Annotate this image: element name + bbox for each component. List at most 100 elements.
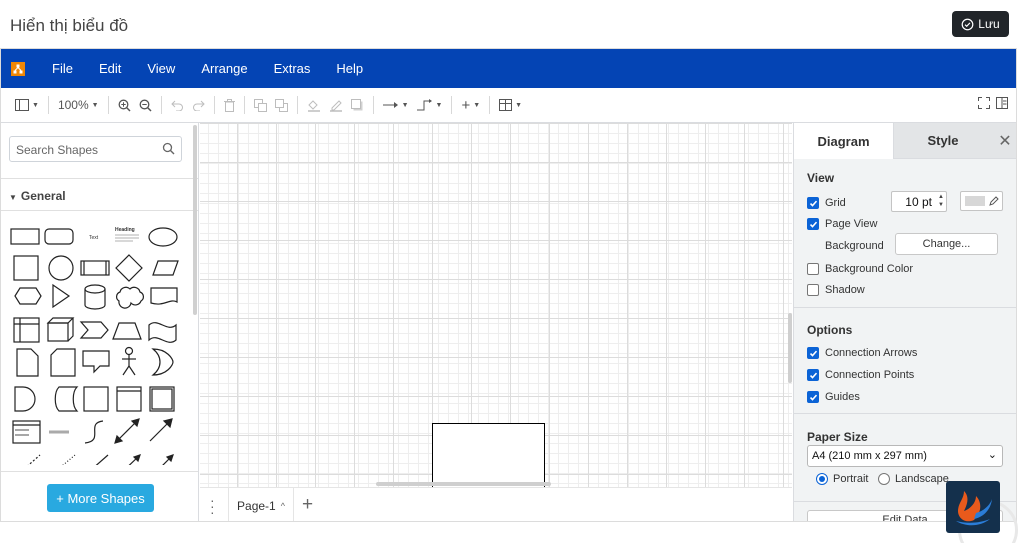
background-color-checkbox[interactable]: Background Color: [807, 263, 913, 275]
zoom-in-button[interactable]: [114, 93, 135, 117]
shape-hexagon[interactable]: [14, 287, 42, 305]
drawio-logo-icon: [11, 61, 25, 76]
page-view-checkbox[interactable]: Page View: [807, 218, 877, 230]
connection-style-dropdown[interactable]: ▼: [379, 93, 413, 117]
toolbar-divider: [372, 96, 374, 114]
shape-document[interactable]: [150, 287, 178, 305]
grid-size-input[interactable]: 10 pt ▲ ▼: [891, 191, 947, 212]
shapes-sidebar: Search Shapes ▼ General Text Heading + M…: [1, 123, 199, 521]
view-panels-button[interactable]: ▼: [11, 93, 43, 117]
to-front-button[interactable]: [250, 93, 271, 117]
shape-dotted-line[interactable]: [49, 454, 76, 465]
shape-heading[interactable]: Heading: [115, 227, 139, 242]
shape-dashed-line[interactable]: [15, 454, 41, 465]
shape-cylinder[interactable]: [84, 284, 106, 310]
connection-arrows-checkbox[interactable]: Connection Arrows: [807, 347, 917, 359]
menu-file[interactable]: File: [39, 61, 86, 76]
shape-list[interactable]: [12, 420, 41, 444]
shape-internal-storage[interactable]: [13, 317, 40, 343]
diagram-canvas[interactable]: [200, 123, 792, 487]
shape-tape[interactable]: [148, 322, 177, 343]
shape-circle[interactable]: [48, 255, 74, 281]
shape-triangle[interactable]: [52, 283, 71, 309]
grid-color-button[interactable]: [960, 191, 1003, 211]
zoom-dropdown[interactable]: 100% ▼: [54, 93, 103, 117]
shape-text[interactable]: Text: [89, 235, 99, 241]
sidebar-scrollbar[interactable]: [193, 125, 197, 315]
shape-cube[interactable]: [46, 317, 75, 342]
shape-frame[interactable]: [149, 386, 175, 412]
spinner-icon[interactable]: ▲ ▼: [938, 193, 944, 209]
page-menu-icon[interactable]: · · ·: [210, 493, 215, 519]
horizontal-scrollbar[interactable]: [376, 482, 551, 486]
general-section-header[interactable]: ▼ General: [9, 189, 66, 203]
format-panel-toggle-icon[interactable]: [996, 97, 1008, 109]
search-shapes-input[interactable]: Search Shapes: [9, 136, 182, 162]
waypoints-dropdown[interactable]: ▼: [413, 93, 447, 117]
shadow-button[interactable]: [347, 93, 368, 117]
shape-rectangle[interactable]: [10, 228, 40, 245]
shape-rounded-rectangle[interactable]: [44, 228, 74, 245]
chevron-up-icon[interactable]: ^: [281, 501, 285, 511]
shape-process[interactable]: [80, 260, 110, 276]
shadow-checkbox[interactable]: Shadow: [807, 284, 865, 296]
shape-ellipse[interactable]: [148, 227, 178, 247]
shape-directional-connector[interactable]: [151, 454, 174, 465]
shape-palette[interactable]: Text Heading: [5, 215, 190, 465]
shape-square-2[interactable]: [83, 386, 109, 412]
paper-size-section-title: Paper Size: [807, 430, 868, 444]
change-background-button[interactable]: Change...: [895, 233, 998, 255]
paper-size-select[interactable]: A4 (210 mm x 297 mm) ⌄: [807, 445, 1003, 467]
insert-dropdown[interactable]: + ▼: [457, 93, 484, 117]
landscape-radio[interactable]: Landscape: [878, 473, 949, 485]
shape-diamond[interactable]: [115, 254, 143, 282]
connection-points-checkbox[interactable]: Connection Points: [807, 369, 914, 381]
shape-bidirectional-connector[interactable]: [117, 454, 141, 465]
add-page-button[interactable]: +: [302, 494, 313, 516]
rectangle-shape[interactable]: [432, 423, 545, 487]
line-color-button[interactable]: [325, 93, 347, 117]
shape-trapezoid[interactable]: [112, 322, 142, 340]
redo-button[interactable]: [188, 93, 209, 117]
shape-line[interactable]: [83, 454, 109, 465]
menu-extras[interactable]: Extras: [261, 61, 324, 76]
shape-delay[interactable]: [14, 386, 36, 412]
menu-help[interactable]: Help: [323, 61, 376, 76]
tab-page-1[interactable]: Page-1 ^: [228, 488, 294, 521]
shape-container[interactable]: [116, 386, 142, 412]
menu-edit[interactable]: Edit: [86, 61, 134, 76]
zoom-out-button[interactable]: [135, 93, 156, 117]
fill-color-button[interactable]: [303, 93, 325, 117]
undo-button[interactable]: [167, 93, 188, 117]
format-tabs: Diagram Style ✕: [794, 123, 1016, 159]
shape-note[interactable]: [16, 348, 39, 377]
fullscreen-icon[interactable]: [978, 97, 990, 109]
to-back-button[interactable]: [271, 93, 292, 117]
close-icon[interactable]: ✕: [992, 123, 1016, 159]
delete-button[interactable]: [220, 93, 239, 117]
shape-arrow[interactable]: [149, 418, 173, 442]
menu-arrange[interactable]: Arrange: [188, 61, 260, 76]
menu-view[interactable]: View: [134, 61, 188, 76]
shape-square[interactable]: [13, 255, 39, 281]
tab-diagram[interactable]: Diagram: [794, 123, 893, 159]
shape-actor[interactable]: [122, 346, 136, 376]
shape-card[interactable]: [50, 348, 76, 377]
tab-style[interactable]: Style: [893, 123, 992, 159]
table-dropdown[interactable]: ▼: [495, 93, 526, 117]
shape-or[interactable]: [151, 348, 174, 376]
portrait-radio[interactable]: Portrait: [816, 473, 868, 485]
shape-cloud[interactable]: [116, 286, 144, 309]
vertical-scrollbar[interactable]: [788, 313, 792, 383]
guides-checkbox[interactable]: Guides: [807, 391, 860, 403]
shape-curve[interactable]: [84, 420, 104, 444]
shape-step[interactable]: [79, 321, 109, 339]
more-shapes-button[interactable]: + More Shapes: [47, 484, 154, 512]
shape-bidirectional-arrow[interactable]: [114, 418, 140, 444]
save-button[interactable]: Lưu: [952, 11, 1009, 37]
shape-parallelogram[interactable]: [152, 260, 179, 276]
shape-data-storage[interactable]: [54, 386, 79, 412]
grid-checkbox[interactable]: Grid: [807, 197, 846, 209]
shape-callout[interactable]: [82, 350, 110, 374]
checkbox-checked-icon: [807, 347, 819, 359]
